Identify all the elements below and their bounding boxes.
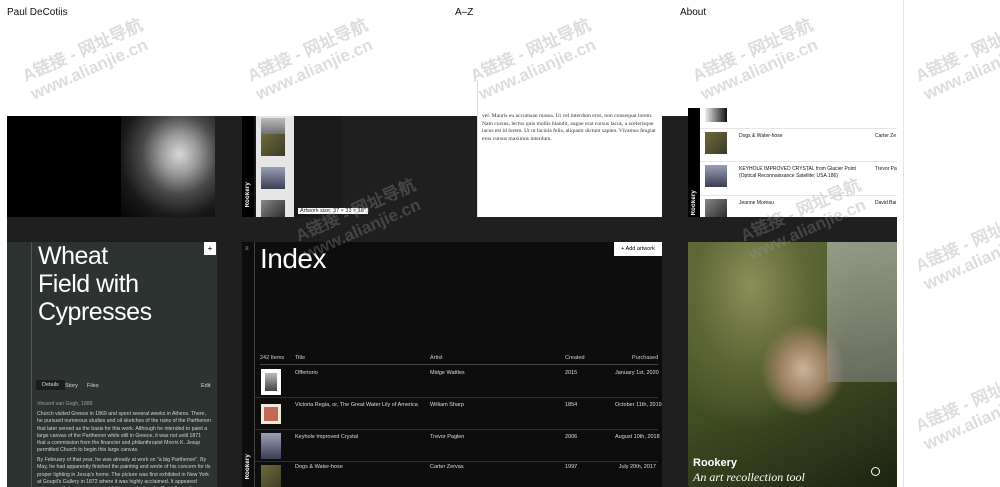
list-item[interactable]: Dogs & Water-hose Carter Ze <box>700 128 897 161</box>
artist-byline: Vincent van Gogh, 1889 <box>37 401 93 407</box>
az-link[interactable]: A–Z <box>455 7 473 18</box>
watermark: A链接 - 网址导航 www.alianjie.cn <box>19 15 151 104</box>
rookery-vertical-label: Rookery <box>245 182 251 208</box>
rookery-promo-tile[interactable]: Rookery An art recollection tool <box>688 242 897 487</box>
row-artist: Carter Zervas <box>430 464 464 470</box>
artwork-thumbnail[interactable] <box>261 200 285 217</box>
description-paragraph: By February of that year, he was already… <box>37 457 211 487</box>
artwork-thumbnail <box>705 108 727 122</box>
list-item-title: Jeanne Moreau <box>739 200 774 206</box>
promo-subtitle: An art recollection tool <box>693 470 805 484</box>
table-row[interactable]: Offertorio Midge Wattles 2015 January 1s… <box>255 366 659 398</box>
top-navigation: Paul DeCotiis A–Z About <box>0 0 1000 26</box>
list-item-artist: Carter Ze <box>875 133 897 139</box>
row-purchased: October 11th, 2019 <box>615 402 662 408</box>
row-created: 1854 <box>565 402 578 408</box>
artwork-thumbnail <box>705 165 727 187</box>
menu-icon[interactable]: ≡ <box>245 246 249 252</box>
artwork-thumbnail <box>261 404 281 424</box>
column-created[interactable]: Created <box>565 355 585 361</box>
row-purchased: January 1st, 2020 <box>615 370 659 376</box>
list-item-title: Dogs & Water-hose <box>739 133 783 139</box>
table-row[interactable]: Victoria Regia, or, The Great Water Lily… <box>255 398 662 430</box>
artwork-description: Vincent van Gogh, 1889 Church visited Gr… <box>37 401 211 487</box>
column-title[interactable]: Title <box>295 355 305 361</box>
promo-title: Rookery <box>693 457 738 469</box>
index-tile[interactable]: ≡ Rookery Index + Add artwork 242 Items … <box>242 242 662 487</box>
watermark: A链接 - 网址导航 www.alianjie.cn <box>244 15 376 104</box>
column-artist[interactable]: Artist <box>430 355 443 361</box>
artwork-size-caption: Artwork size: 37 × 33 × 18" <box>298 208 368 214</box>
add-artwork-button[interactable]: + Add artwork <box>614 242 662 256</box>
artwork-thumbnail[interactable] <box>261 167 285 189</box>
rookery-vertical-label: Rookery <box>245 454 251 480</box>
tab-files[interactable]: Files <box>87 383 99 389</box>
tab-story[interactable]: Story <box>65 383 78 389</box>
rookery-sidebar: Rookery <box>688 108 700 217</box>
list-item[interactable] <box>700 108 897 128</box>
list-item-artist: David Bai <box>875 200 897 206</box>
artwork-thumbnail[interactable] <box>261 134 285 156</box>
table-row[interactable]: Keyhole Improved Crystal Trevor Paglen 2… <box>255 430 660 462</box>
site-name-link[interactable]: Paul DeCotiis <box>7 7 68 18</box>
row-title: Dogs & Water-hose <box>295 464 343 470</box>
row-created: 2006 <box>565 434 578 440</box>
thumbnail-column <box>256 116 294 217</box>
row-purchased: August 10th, 2018 <box>615 434 660 440</box>
artwork-thumbnail <box>261 369 281 395</box>
expand-button[interactable]: + <box>204 242 216 255</box>
index-title: Index <box>260 243 327 274</box>
artwork-title-line: Wheat <box>38 242 108 270</box>
artwork-title: Wheat Field with Cypresses <box>38 242 152 326</box>
circle-icon[interactable] <box>871 467 880 476</box>
column-purchased[interactable]: Purchased <box>632 355 658 361</box>
edit-link[interactable]: Edit <box>201 383 210 389</box>
thumbnail-strip-tile[interactable]: Rookery <box>242 116 342 217</box>
artwork-detail-tile[interactable]: + Wheat Field with Cypresses Details Sto… <box>7 242 217 487</box>
row-artist: Trevor Paglen <box>430 434 465 440</box>
promo-background-photo <box>827 242 897 382</box>
list-item[interactable]: Jeanne Moreau David Bai <box>700 195 897 217</box>
portrait-image <box>121 116 215 217</box>
list-item[interactable]: KEYHOLE IMPROVED CRYSTAL from Glacier Po… <box>700 161 897 195</box>
table-row[interactable]: Dogs & Water-hose Carter Zervas 1997 Jul… <box>255 462 658 487</box>
story-text: vel. Mauris eu accumsan massa. Ut vel in… <box>482 113 656 143</box>
list-item-title: KEYHOLE IMPROVED CRYSTAL from Glacier Po… <box>739 166 856 179</box>
artwork-thumbnail <box>261 465 281 487</box>
row-purchased: July 20th, 2017 <box>618 464 656 470</box>
row-title: Victoria Regia, or, The Great Water Lily… <box>295 402 418 408</box>
portrait-photo-tile[interactable] <box>7 116 215 217</box>
row-created: 1997 <box>565 464 578 470</box>
about-link[interactable]: About <box>680 7 706 18</box>
right-empty-column <box>903 0 1000 487</box>
artwork-title-line: Field with <box>38 270 139 298</box>
vertical-divider <box>31 242 32 487</box>
story-text-tile[interactable]: vel. Mauris eu accumsan massa. Ut vel in… <box>477 80 662 217</box>
tab-details[interactable]: Details <box>36 380 65 390</box>
row-title: Keyhole Improved Crystal <box>295 434 358 440</box>
artwork-title-line: Cypresses <box>38 298 152 326</box>
artwork-thumbnail <box>705 132 727 154</box>
row-created: 2015 <box>565 370 578 376</box>
detail-tabs: Details Story Files Edit <box>31 380 217 393</box>
rookery-vertical-label: Rookery <box>691 190 697 216</box>
index-table-header: 242 Items Title Artist Created Purchased <box>260 355 658 365</box>
item-count: 242 Items <box>260 355 285 361</box>
artwork-thumbnail <box>261 433 281 459</box>
list-item-artist: Trevor Pa <box>875 166 897 172</box>
watermark: A链接 - 网址导航 www.alianjie.cn <box>689 15 821 104</box>
artwork-thumbnail <box>705 199 727 217</box>
rookery-sidebar: Rookery <box>242 116 254 217</box>
row-artist: William Sharp <box>430 402 464 408</box>
row-artist: Midge Wattles <box>430 370 465 376</box>
row-title: Offertorio <box>295 370 318 376</box>
description-paragraph: Church visited Greece in 1869 and spent … <box>37 411 211 454</box>
artwork-list-tile[interactable]: Rookery Dogs & Water-hose Carter Ze KEYH… <box>688 108 897 217</box>
